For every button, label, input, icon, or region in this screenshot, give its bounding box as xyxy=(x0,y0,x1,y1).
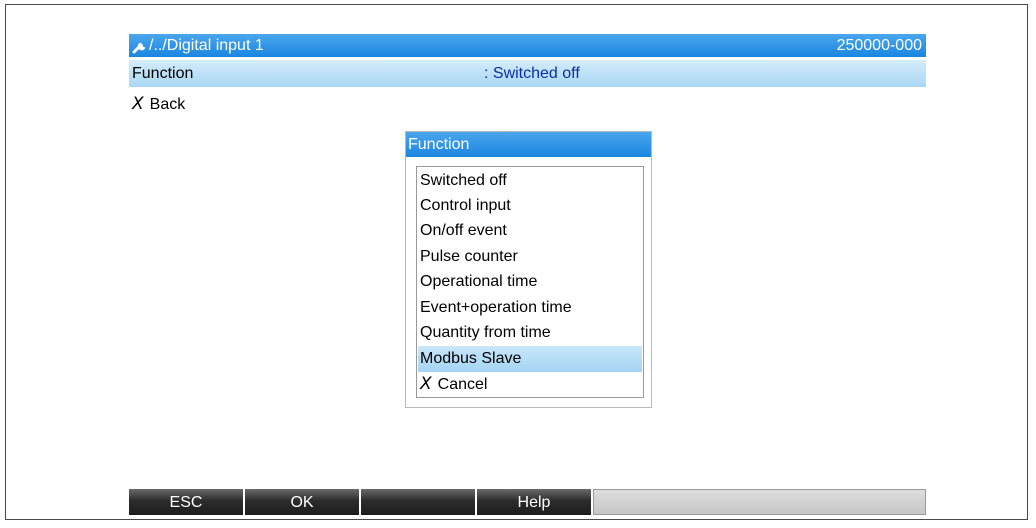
option-operational-time[interactable]: Operational time xyxy=(418,269,642,295)
function-dialog: Function Switched off Control input On/o… xyxy=(405,131,652,408)
status-area xyxy=(593,489,926,515)
option-label: On/off event xyxy=(420,222,507,239)
option-label: Switched off xyxy=(420,172,507,189)
help-softkey[interactable]: Help xyxy=(477,489,593,515)
option-label: Quantity from time xyxy=(420,324,551,341)
option-list: Switched off Control input On/off event … xyxy=(416,166,644,398)
esc-softkey[interactable]: ESC xyxy=(129,489,245,515)
back-item[interactable]: X Back xyxy=(132,92,185,116)
softkey-bar: ESC OK Help xyxy=(129,489,926,515)
parameter-label: Function xyxy=(132,65,194,82)
option-pulse-counter[interactable]: Pulse counter xyxy=(418,244,642,270)
wrench-icon xyxy=(132,37,149,54)
x-icon: X xyxy=(132,94,144,114)
option-on-off-event[interactable]: On/off event xyxy=(418,218,642,244)
option-label: Pulse counter xyxy=(420,248,518,265)
dialog-title: Function xyxy=(406,132,651,157)
blank-softkey[interactable] xyxy=(361,489,477,515)
device-screen: /../Digital input 1 250000-000 Function … xyxy=(129,34,926,515)
option-label: Modbus Slave xyxy=(420,350,522,367)
parameter-row-function[interactable]: Function : Switched off xyxy=(129,60,926,87)
option-control-input[interactable]: Control input xyxy=(418,193,642,219)
ok-softkey[interactable]: OK xyxy=(245,489,361,515)
option-label: Control input xyxy=(420,197,511,214)
option-cancel[interactable]: X Cancel xyxy=(418,371,642,397)
device-frame: /../Digital input 1 250000-000 Function … xyxy=(5,4,1028,520)
option-modbus-slave[interactable]: Modbus Slave xyxy=(418,346,642,372)
option-event-operation-time[interactable]: Event+operation time xyxy=(418,295,642,321)
title-bar: /../Digital input 1 250000-000 xyxy=(129,34,926,57)
breadcrumb: /../Digital input 1 xyxy=(149,37,264,54)
device-code: 250000-000 xyxy=(836,37,922,54)
option-label: Cancel xyxy=(437,376,488,393)
option-switched-off[interactable]: Switched off xyxy=(418,168,642,194)
option-label: Operational time xyxy=(420,273,538,290)
option-label: Event+operation time xyxy=(420,299,572,316)
option-quantity-from-time[interactable]: Quantity from time xyxy=(418,320,642,346)
parameter-value: : Switched off xyxy=(484,65,580,82)
back-label: Back xyxy=(149,96,186,113)
x-icon: X xyxy=(420,374,432,394)
